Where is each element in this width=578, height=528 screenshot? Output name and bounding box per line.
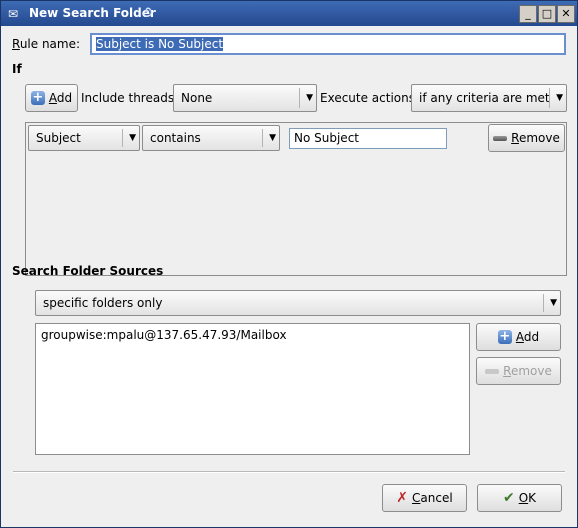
window-title: New Search Folder (29, 6, 156, 20)
search-folder-sources-heading: Search Folder Sources (12, 264, 164, 278)
minus-icon (485, 368, 500, 374)
ok-button[interactable]: ✔ OK (477, 484, 562, 512)
execute-actions-dropdown[interactable]: if any criteria are met ▼ (411, 84, 567, 112)
maximize-button[interactable]: □ (538, 5, 556, 23)
separator (13, 471, 565, 473)
add-criterion-label: Add (48, 91, 73, 105)
ok-icon: ✔ (502, 490, 515, 506)
minus-icon (493, 135, 508, 141)
criterion-operator-dropdown[interactable]: contains ▼ (142, 125, 280, 151)
remove-criterion-label: Remove (511, 131, 560, 145)
dropdown-arrow-icon: ▼ (306, 93, 313, 103)
cancel-icon: ✗ (396, 490, 409, 506)
rule-name-input[interactable]: Subject is No Subject (90, 33, 566, 55)
add-source-button[interactable]: + Add (476, 323, 561, 351)
include-threads-label: Include threads (81, 91, 175, 105)
envelope-icon: ✉ (8, 7, 19, 21)
criterion-field-dropdown[interactable]: Subject ▼ (28, 125, 140, 151)
criteria-area: Subject ▼ contains ▼ No Subject Remove (25, 122, 567, 276)
dropdown-arrow-icon: ▼ (129, 133, 136, 143)
execute-actions-label: Execute actions (320, 91, 415, 105)
title-bar[interactable]: ✉ New Search Folder ૭ _ □ ✕ (1, 1, 577, 26)
source-folders-list[interactable]: groupwise:mpalu@137.65.47.93/Mailbox (35, 323, 470, 455)
dropdown-arrow-icon: ▼ (269, 133, 276, 143)
dialog-body: Rule name: Subject is No Subject If + Ad… (1, 26, 577, 527)
close-button[interactable]: ✕ (557, 5, 575, 23)
criterion-value-input[interactable]: No Subject (289, 128, 447, 149)
cancel-label: Cancel (412, 491, 453, 505)
plus-icon: + (497, 329, 512, 344)
plus-icon: + (30, 90, 45, 105)
remove-criterion-button[interactable]: Remove (488, 124, 565, 152)
rule-name-label: Rule name: (12, 37, 81, 51)
add-source-label: Add (515, 330, 540, 344)
if-heading: If (12, 62, 22, 76)
list-item[interactable]: groupwise:mpalu@137.65.47.93/Mailbox (41, 328, 287, 342)
remove-source-button[interactable]: Remove (476, 357, 561, 385)
source-scope-dropdown[interactable]: specific folders only ▼ (35, 290, 561, 316)
minimize-button[interactable]: _ (519, 5, 537, 23)
dropdown-arrow-icon: ▼ (556, 93, 563, 103)
ok-label: OK (518, 491, 537, 505)
dropdown-arrow-icon: ▼ (550, 298, 557, 308)
remove-source-label: Remove (503, 364, 552, 378)
swirl-icon: ૭ (142, 3, 153, 21)
include-threads-dropdown[interactable]: None ▼ (173, 84, 317, 112)
new-search-folder-dialog: ✉ New Search Folder ૭ _ □ ✕ Rule name: S… (0, 0, 578, 528)
cancel-button[interactable]: ✗ Cancel (382, 484, 467, 512)
add-criterion-button[interactable]: + Add (25, 84, 78, 112)
